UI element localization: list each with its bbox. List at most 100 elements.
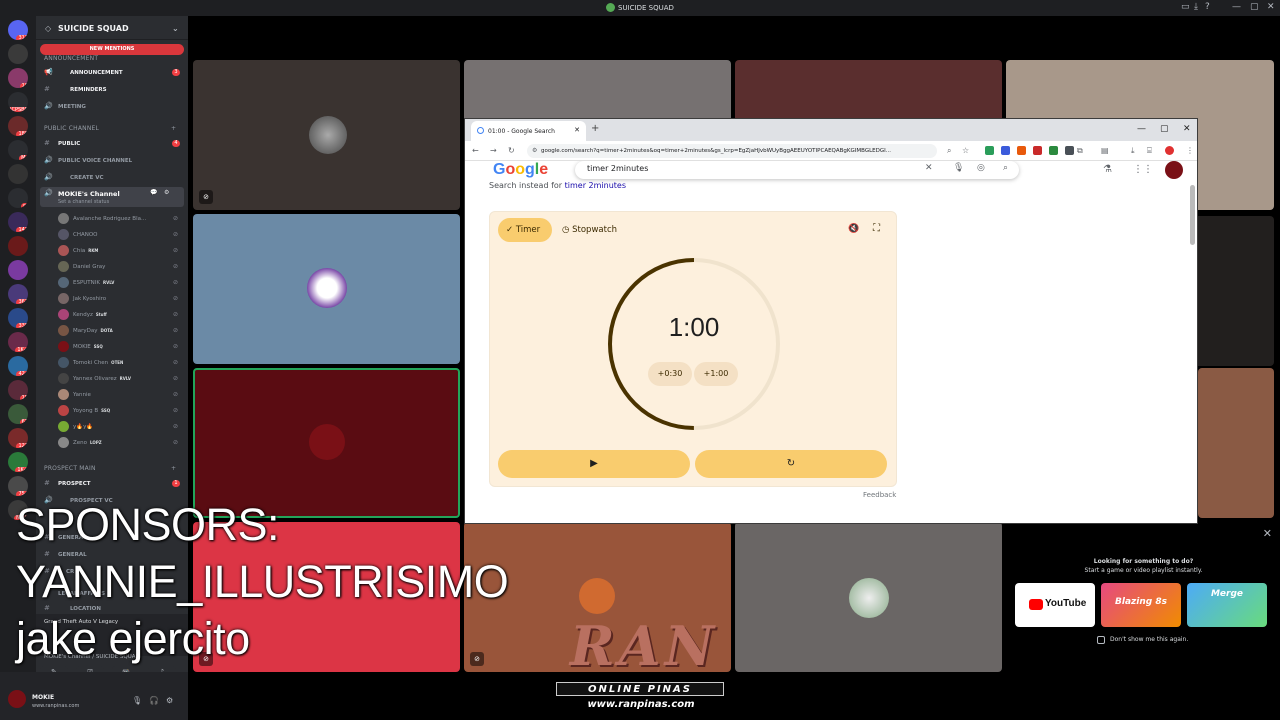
channel-public-voice[interactable]: 🔊 PUBLIC VOICE CHANNEL — [40, 154, 184, 167]
play-button[interactable]: ▶ — [498, 450, 690, 478]
minimize-icon[interactable]: — — [1137, 124, 1146, 134]
search-icon[interactable]: ⌕ — [1003, 163, 1008, 173]
category-announcement[interactable]: ANNOUNCEMENT — [44, 55, 98, 62]
avatar[interactable] — [1165, 161, 1183, 179]
category-prospect[interactable]: PROSPECT MAIN + — [44, 465, 176, 472]
voice-user[interactable]: Zeno LOPZ ⊘ — [58, 435, 184, 451]
server-icon[interactable]: 19 — [8, 380, 28, 400]
server-icon[interactable]: Ms — [8, 140, 28, 160]
close-icon[interactable]: ✕ — [1183, 124, 1191, 134]
download-icon[interactable]: ⤓ — [1194, 2, 1198, 12]
channel-announcement[interactable]: 📢 ANNOUNCEMENT 3 — [40, 66, 184, 79]
server-icon[interactable] — [8, 236, 28, 256]
server-icon[interactable] — [8, 260, 28, 280]
extension-icon[interactable] — [985, 146, 994, 155]
minimize-icon[interactable]: — — [1232, 2, 1241, 12]
microphone-icon[interactable]: 🎙 — [132, 696, 142, 705]
headphones-icon[interactable]: 🎧 — [149, 696, 159, 705]
activity-card-youtube[interactable]: YouTube — [1015, 583, 1095, 627]
zoom-icon[interactable]: ⌕ — [947, 146, 951, 156]
channel-mokie-voice[interactable]: 🔊 MOKIE's Channel Set a channel status 💬 ⚙ — [40, 187, 184, 207]
address-bar[interactable]: ⚙ google.com/search?q=timer+2minutes&oq=… — [527, 144, 937, 158]
fullscreen-icon[interactable]: ⛶ — [873, 223, 880, 234]
server-icon[interactable]: 361 — [8, 284, 28, 304]
help-icon[interactable]: ? — [1205, 2, 1210, 12]
server-icon[interactable]: 1K+ — [8, 332, 28, 352]
add-channel-icon[interactable]: + — [171, 465, 176, 472]
voice-user[interactable]: Yoyong B SSQ ⊘ — [58, 403, 184, 419]
voice-user[interactable]: CHANOO ⊘ — [58, 227, 184, 243]
channel-prospect[interactable]: # PROSPECT 1 — [40, 477, 184, 490]
participant-tile[interactable]: ⊘ — [193, 60, 460, 210]
avatar[interactable] — [8, 690, 26, 708]
server-icon[interactable]: 754 — [8, 476, 28, 496]
server-icon[interactable]: 424 — [8, 356, 28, 376]
extension-icon[interactable] — [1033, 146, 1042, 155]
extension-icon[interactable] — [1049, 146, 1058, 155]
channel-public[interactable]: # PUBLIC 4 — [40, 137, 184, 150]
voice-user[interactable]: Chia RKM ⊘ — [58, 243, 184, 259]
side-panel-icon[interactable]: ▤ — [1101, 146, 1109, 155]
server-icon[interactable]: nf — [8, 188, 28, 208]
participant-tile[interactable] — [193, 214, 460, 364]
voice-user[interactable]: Yannie ⊘ — [58, 387, 184, 403]
voice-user[interactable]: ESPUTNIK RVLV ⊘ — [58, 275, 184, 291]
reset-button[interactable]: ↻ — [695, 450, 887, 478]
extension-icon[interactable] — [1001, 146, 1010, 155]
voice-search-icon[interactable]: 🎙 — [953, 163, 964, 173]
server-icon[interactable]: 143 — [8, 212, 28, 232]
reload-icon[interactable]: ↻ — [508, 146, 515, 155]
participant-tile[interactable] — [1198, 368, 1274, 518]
server-icon[interactable] — [8, 164, 28, 184]
voice-user[interactable]: y🔥y🔥 ⊘ — [58, 419, 184, 435]
google-logo[interactable]: Google — [493, 161, 548, 179]
extension-icon[interactable] — [1065, 146, 1074, 155]
server-header[interactable]: ◇ SUICIDE SQUAD ⌄ — [36, 16, 188, 40]
back-icon[interactable]: ← — [472, 146, 479, 155]
new-tab-icon[interactable]: + — [591, 123, 599, 134]
close-icon[interactable]: ✕ — [1263, 527, 1272, 540]
voice-user[interactable]: Tomoki Chen OTEN ⊘ — [58, 355, 184, 371]
server-icon[interactable]: 16 — [8, 68, 28, 88]
new-mentions-bar[interactable]: NEW MENTIONS — [40, 44, 184, 55]
chat-icon[interactable]: 💬 — [150, 189, 157, 196]
server-icon[interactable]: 311 — [8, 20, 28, 40]
channel-meeting[interactable]: 🔊 MEETING — [40, 100, 184, 113]
download-icon[interactable]: ⤓ — [1131, 146, 1135, 156]
browser-tab[interactable]: 01:00 - Google Search ✕ — [471, 121, 586, 141]
add-channel-icon[interactable]: + — [171, 125, 176, 132]
profile-avatar-icon[interactable] — [1165, 146, 1174, 155]
gear-icon[interactable]: ⚙ — [166, 696, 173, 705]
extension-icon[interactable] — [1017, 146, 1026, 155]
tab-stopwatch[interactable]: ◷ Stopwatch — [562, 218, 617, 242]
server-icon[interactable]: 339 — [8, 308, 28, 328]
close-icon[interactable]: ✕ — [1267, 2, 1275, 12]
add-1min-button[interactable]: +1:00 — [694, 362, 738, 386]
voice-user[interactable]: Jak Kyoshiro ⊘ — [58, 291, 184, 307]
labs-flask-icon[interactable]: ⚗ — [1103, 164, 1112, 175]
category-public[interactable]: PUBLIC CHANNEL + — [44, 125, 176, 132]
gear-icon[interactable]: ⚙ — [164, 189, 169, 196]
voice-user[interactable]: Yannex Olivarez RVLV ⊘ — [58, 371, 184, 387]
voice-user[interactable]: MOKIE SSQ ⊘ — [58, 339, 184, 355]
feedback-link[interactable]: Feedback — [863, 491, 896, 499]
tab-timer[interactable]: ✓ Timer — [498, 218, 552, 242]
server-icon[interactable]: 67 — [8, 404, 28, 424]
close-tab-icon[interactable]: ✕ — [574, 126, 580, 134]
extensions-puzzle-icon[interactable]: ⧉ — [1077, 146, 1083, 156]
clear-icon[interactable]: ✕ — [925, 163, 933, 173]
tab-search-icon[interactable]: ⌸ — [1147, 146, 1152, 156]
voice-user[interactable]: Kendyz Stuff ⊘ — [58, 307, 184, 323]
timer-display[interactable]: 1:00 — [490, 312, 898, 343]
add-30s-button[interactable]: +0:30 — [648, 362, 692, 386]
search-input[interactable]: timer 2minutes ✕ 🎙 ◎ ⌕ — [575, 161, 1019, 179]
maximize-icon[interactable]: ▢ — [1160, 124, 1169, 134]
activity-card-merge[interactable]: Merge — [1187, 583, 1267, 627]
forward-icon[interactable]: → — [490, 146, 497, 155]
voice-user[interactable]: Daniel Gray ⊘ — [58, 259, 184, 275]
server-icon[interactable]: ICPSBC — [8, 92, 28, 112]
server-icon[interactable]: 180 — [8, 116, 28, 136]
apps-grid-icon[interactable]: ⋮⋮ — [1133, 164, 1153, 175]
channel-create-vc[interactable]: 🔊 CREATE VC — [40, 171, 184, 184]
chrome-menu-icon[interactable]: ⋮ — [1186, 146, 1194, 155]
